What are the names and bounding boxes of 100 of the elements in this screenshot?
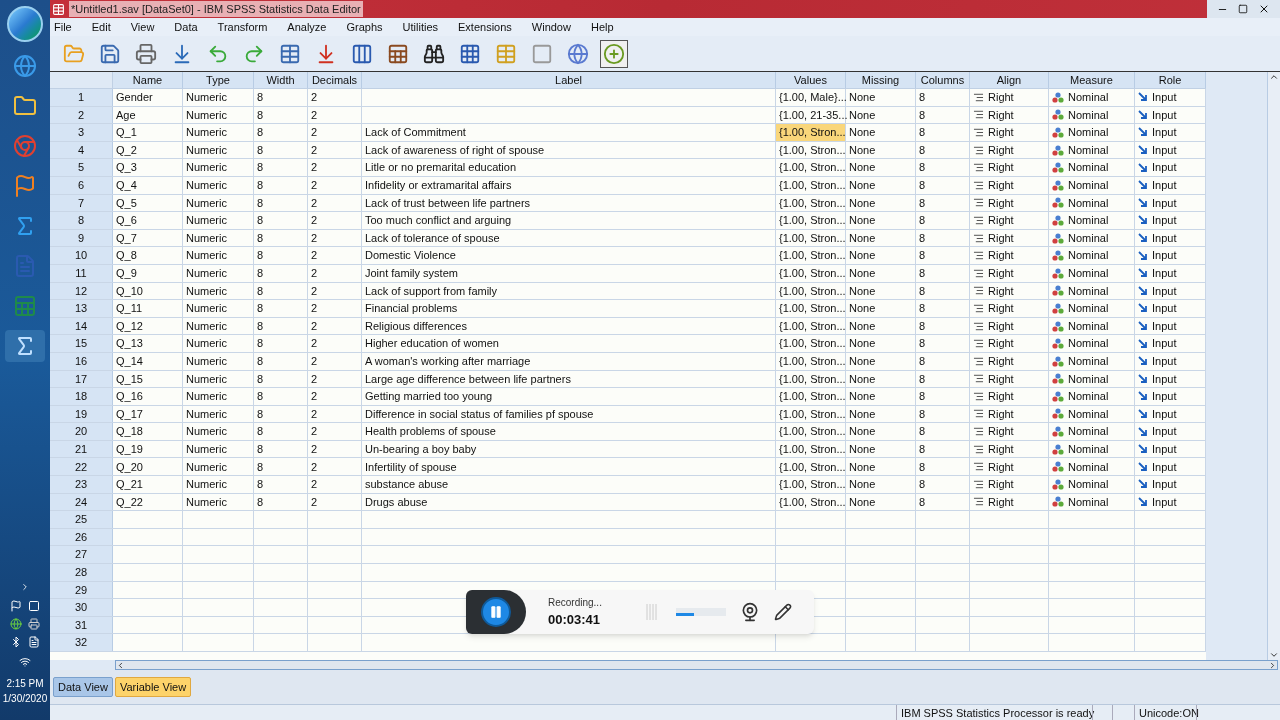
table-cell[interactable]: {1.00, Stron... bbox=[776, 194, 846, 212]
table-cell-text: Lack of trust between life partners bbox=[365, 195, 531, 211]
row-number[interactable]: 25 bbox=[50, 511, 113, 528]
table-cell[interactable]: {1.00, Stron... bbox=[776, 476, 846, 493]
table-cell[interactable]: {1.00, Stron... bbox=[776, 124, 846, 141]
table-cell-text: Q_12 bbox=[116, 318, 143, 334]
table-cell-text: None bbox=[849, 230, 876, 246]
table-cell-text: 8 bbox=[257, 230, 264, 246]
column-header[interactable]: Values bbox=[776, 72, 846, 88]
table-cell-text: 8 bbox=[257, 477, 264, 493]
table-cell[interactable]: {1.00, Stron... bbox=[776, 141, 846, 159]
table-cell-text: Nominal bbox=[1068, 424, 1109, 440]
table-cell-text: Numeric bbox=[186, 353, 227, 369]
menu-item[interactable]: Utilities bbox=[402, 18, 438, 36]
row-number[interactable]: 28 bbox=[50, 564, 113, 581]
table-cell[interactable]: {1.00, Stron... bbox=[776, 493, 846, 511]
table-cell-text: Input bbox=[1152, 90, 1177, 106]
table-cell-text: Numeric bbox=[186, 178, 227, 193]
table-cell-text: Input bbox=[1152, 283, 1177, 299]
table-cell-text: 8 bbox=[257, 283, 264, 299]
table-cell-text: Large age difference between life partners bbox=[365, 371, 571, 387]
menu-item[interactable]: Window bbox=[531, 18, 571, 36]
menu-item[interactable]: Graphs bbox=[346, 18, 383, 36]
recording-time: 00:03:41 bbox=[548, 610, 602, 629]
view-tab[interactable]: Variable View bbox=[114, 677, 192, 697]
table-cell-text: Q_6 bbox=[116, 213, 137, 229]
table-cell[interactable]: {1.00, Stron... bbox=[776, 282, 846, 300]
table-cell-text: 2 bbox=[311, 494, 318, 510]
table-cell[interactable]: {1.00, Male}... bbox=[776, 89, 846, 106]
table-cell[interactable]: {1.00, Stron... bbox=[776, 247, 846, 264]
row-number[interactable]: 3 bbox=[50, 124, 113, 141]
table-cell-text: 8 bbox=[919, 248, 926, 264]
column-header[interactable]: Name bbox=[113, 72, 183, 88]
column-header[interactable]: Label bbox=[362, 72, 776, 88]
table-cell[interactable]: {1.00, Stron... bbox=[776, 440, 846, 458]
table-cell-text: Nominal bbox=[1068, 178, 1109, 193]
table-cell[interactable]: {1.00, Stron... bbox=[776, 388, 846, 405]
row-number[interactable]: 1 bbox=[50, 89, 113, 106]
row-number[interactable]: 13 bbox=[50, 300, 113, 317]
column-header[interactable]: Missing bbox=[846, 72, 916, 88]
row-number[interactable]: 20 bbox=[50, 423, 113, 440]
column-header[interactable]: Type bbox=[183, 72, 254, 88]
table-cell-text: 8 bbox=[257, 195, 264, 211]
row-number[interactable]: 22 bbox=[50, 458, 113, 476]
row-number[interactable]: 15 bbox=[50, 335, 113, 352]
row-number[interactable]: 18 bbox=[50, 388, 113, 405]
table-cell-text: 8 bbox=[257, 266, 264, 281]
table-cell[interactable]: {1.00, Stron... bbox=[776, 335, 846, 352]
menu-item[interactable]: File bbox=[54, 18, 72, 36]
row-number[interactable]: 5 bbox=[50, 159, 113, 176]
table-cell[interactable]: {1.00, Stron... bbox=[776, 370, 846, 388]
column-header[interactable]: Align bbox=[970, 72, 1049, 88]
table-cell-text: 2 bbox=[311, 160, 318, 176]
table-cell-text: 8 bbox=[919, 371, 926, 387]
menu-item[interactable]: Analyze bbox=[287, 18, 327, 36]
table-cell-text: Nominal bbox=[1068, 266, 1109, 281]
table-cell[interactable]: {1.00, Stron... bbox=[776, 212, 846, 229]
row-number[interactable]: 8 bbox=[50, 212, 113, 229]
menu-item[interactable]: Transform bbox=[217, 18, 268, 36]
menu-item[interactable]: Edit bbox=[91, 18, 111, 36]
row-number[interactable]: 30 bbox=[50, 599, 113, 616]
table-cell[interactable]: {1.00, Stron... bbox=[776, 176, 846, 194]
column-header[interactable]: Measure bbox=[1049, 72, 1135, 88]
clock-time[interactable]: 2:15 PM bbox=[6, 676, 44, 691]
column-header[interactable]: Width bbox=[254, 72, 308, 88]
column-header[interactable]: Role bbox=[1135, 72, 1206, 88]
column-header[interactable]: Columns bbox=[916, 72, 970, 88]
window-title: *Untitled1.sav [DataSet0] - IBM SPSS Statistics Data Editor bbox=[69, 0, 363, 18]
table-cell[interactable]: {1.00, Stron... bbox=[776, 317, 846, 335]
table-cell[interactable]: {1.00, Stron... bbox=[776, 405, 846, 423]
menu-item[interactable]: View bbox=[130, 18, 155, 36]
table-cell-text: Input bbox=[1152, 178, 1177, 193]
table-cell-text: None bbox=[849, 424, 876, 440]
table-cell-text: 2 bbox=[311, 406, 318, 422]
table-cell-text: Numeric bbox=[186, 248, 227, 264]
table-cell[interactable]: {1.00, Stron... bbox=[776, 300, 846, 317]
table-cell-text: Right bbox=[988, 283, 1014, 299]
table-cell[interactable]: {1.00, 21-35... bbox=[776, 106, 846, 124]
table-cell[interactable]: {1.00, Stron... bbox=[776, 229, 846, 247]
table-cell-text: 8 bbox=[257, 213, 264, 229]
column-header[interactable]: Decimals bbox=[308, 72, 362, 88]
table-cell[interactable]: {1.00, Stron... bbox=[776, 159, 846, 176]
table-cell[interactable]: {1.00, Stron... bbox=[776, 458, 846, 476]
menu-item[interactable]: Extensions bbox=[458, 18, 512, 36]
table-cell[interactable]: {1.00, Stron... bbox=[776, 423, 846, 440]
table-cell-text: Right bbox=[988, 195, 1014, 211]
view-tab[interactable]: Data View bbox=[53, 677, 113, 697]
table-cell-text: Getting married too young bbox=[365, 389, 493, 405]
table-cell-text: 2 bbox=[311, 107, 318, 123]
row-number[interactable]: 27 bbox=[50, 546, 113, 564]
clock-date[interactable]: 1/30/2020 bbox=[2, 691, 48, 706]
table-cell-text: 2 bbox=[311, 248, 318, 264]
menu-item[interactable]: Data bbox=[174, 18, 198, 36]
table-cell[interactable]: {1.00, Stron... bbox=[776, 352, 846, 370]
row-number[interactable]: 23 bbox=[50, 476, 113, 493]
table-cell[interactable]: {1.00, Stron... bbox=[776, 264, 846, 282]
menu-item[interactable]: Help bbox=[590, 18, 614, 36]
table-cell-text: 8 bbox=[257, 142, 264, 158]
row-number[interactable]: 32 bbox=[50, 634, 113, 651]
row-number[interactable]: 10 bbox=[50, 247, 113, 264]
